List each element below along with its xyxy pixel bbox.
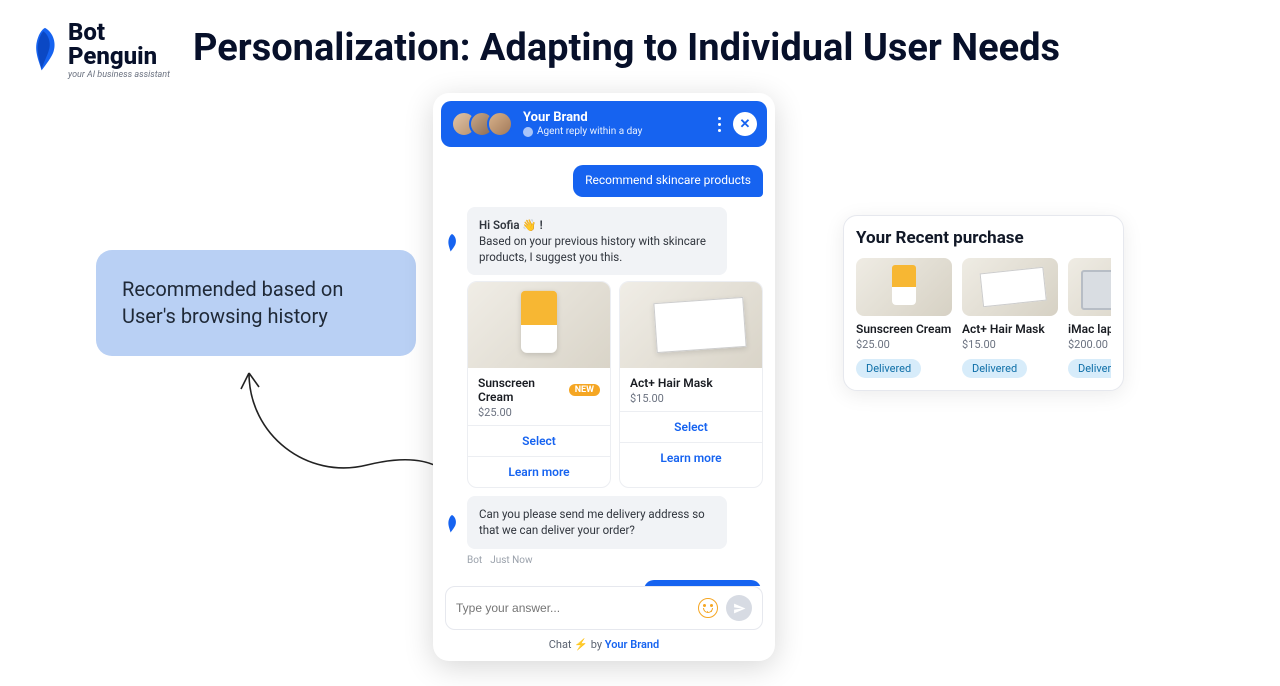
- page-title: Personalization: Adapting to Individual …: [193, 26, 1060, 70]
- bot-sender-label: Bot: [467, 555, 482, 566]
- bolt-icon: ⚡: [574, 638, 588, 651]
- product-name: Act+ Hair Mask: [630, 376, 713, 390]
- chat-reply-sla: Agent reply within a day: [523, 126, 704, 138]
- bot-message: Can you please send me delivery address …: [467, 496, 727, 548]
- brand-logo: Bot Penguin your AI business assistant: [28, 20, 170, 80]
- arrow-icon: [237, 365, 462, 525]
- chat-body: Recommend skincare products Hi Sofia 👋 !…: [433, 155, 775, 586]
- product-name: Sunscreen Cream: [478, 376, 563, 404]
- agent-avatars: [451, 111, 513, 137]
- recent-item-image: [1068, 258, 1111, 316]
- chat-composer: [445, 586, 763, 630]
- bot-message: Hi Sofia 👋 ! Based on your previous hist…: [467, 207, 727, 275]
- footer-prefix: Chat: [549, 638, 572, 651]
- chat-close-button[interactable]: ✕: [733, 112, 757, 136]
- recent-item-name: Act+ Hair Mask: [962, 322, 1058, 336]
- product-card: Act+ Hair Mask $15.00 Select Learn more: [619, 281, 763, 488]
- product-price: $15.00: [630, 392, 752, 405]
- recent-item: Sunscreen Cream $25.00 Delivered: [856, 258, 952, 378]
- bot-message-row: Hi Sofia 👋 ! Based on your previous hist…: [445, 207, 763, 275]
- chat-widget: Your Brand Agent reply within a day ✕ Re…: [433, 93, 775, 661]
- learn-more-button[interactable]: Learn more: [468, 456, 610, 487]
- recent-item-price: $15.00: [962, 338, 1058, 351]
- recent-purchase-list: Sunscreen Cream $25.00 Delivered Act+ Ha…: [856, 258, 1111, 378]
- new-badge: NEW: [569, 384, 600, 396]
- callout-recommendation: Recommended based on User's browsing his…: [96, 250, 416, 356]
- footer-brand[interactable]: Your Brand: [605, 638, 659, 651]
- bot-greeting: Hi Sofia 👋 !: [479, 218, 543, 232]
- product-image: [468, 282, 610, 368]
- brand-tagline: your AI business assistant: [68, 71, 170, 80]
- learn-more-button[interactable]: Learn more: [620, 442, 762, 473]
- recent-purchase-panel: Your Recent purchase Sunscreen Cream $25…: [843, 215, 1124, 391]
- recent-item-status: Delivered: [962, 359, 1027, 378]
- recent-item-image: [856, 258, 952, 316]
- recent-item-image: [962, 258, 1058, 316]
- product-image: [620, 282, 762, 368]
- recent-item-price: $25.00: [856, 338, 952, 351]
- chat-input[interactable]: [456, 601, 690, 615]
- product-price: $25.00: [478, 406, 600, 419]
- footer-by: by: [591, 638, 602, 651]
- user-message: 112, Street,Town: [644, 580, 761, 587]
- emoji-icon[interactable]: [698, 598, 718, 618]
- close-icon: ✕: [740, 117, 751, 132]
- verified-icon: [523, 127, 533, 137]
- user-message: Recommend skincare products: [573, 165, 763, 197]
- chat-menu-button[interactable]: [714, 113, 725, 136]
- recent-purchase-title: Your Recent purchase: [856, 228, 1111, 248]
- chat-header: Your Brand Agent reply within a day ✕: [441, 101, 767, 147]
- bot-message-meta: Bot Just Now: [467, 555, 763, 566]
- brand-name-line1: Bot: [68, 20, 170, 44]
- recent-item: Act+ Hair Mask $15.00 Delivered: [962, 258, 1058, 378]
- bot-avatar-icon: [445, 211, 459, 275]
- product-carousel: Sunscreen Cream NEW $25.00 Select Learn …: [467, 281, 763, 488]
- recent-item-name: iMac laptop: [1068, 322, 1111, 336]
- recent-item-status: Delivered: [1068, 359, 1111, 378]
- recent-item: iMac laptop $200.00 Delivered: [1068, 258, 1111, 378]
- select-button[interactable]: Select: [620, 411, 762, 442]
- chat-footer: Chat ⚡ by Your Brand: [433, 636, 775, 661]
- send-icon: [733, 602, 746, 615]
- send-button[interactable]: [726, 595, 752, 621]
- product-card: Sunscreen Cream NEW $25.00 Select Learn …: [467, 281, 611, 488]
- chat-reply-sla-text: Agent reply within a day: [537, 126, 642, 138]
- recent-item-status: Delivered: [856, 359, 921, 378]
- bot-message-body: Based on your previous history with skin…: [479, 234, 706, 264]
- recent-item-price: $200.00: [1068, 338, 1111, 351]
- chat-brand-name: Your Brand: [523, 111, 704, 126]
- bot-message-row: Can you please send me delivery address …: [445, 496, 763, 548]
- bot-avatar-icon: [445, 500, 459, 548]
- recent-item-name: Sunscreen Cream: [856, 322, 952, 336]
- select-button[interactable]: Select: [468, 425, 610, 456]
- bot-time-label: Just Now: [490, 555, 532, 566]
- avatar: [487, 111, 513, 137]
- botpenguin-logo-icon: [28, 26, 62, 74]
- brand-name-line2: Penguin: [68, 44, 170, 68]
